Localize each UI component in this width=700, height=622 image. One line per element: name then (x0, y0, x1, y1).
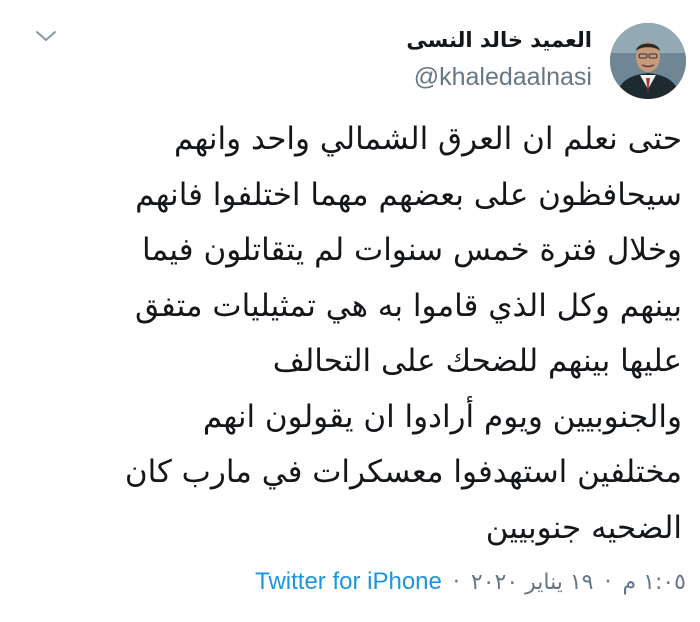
tweet-meta: ١:٠٥ م · ١٩ يناير ٢٠٢٠ · Twitter for iPh… (255, 565, 686, 600)
author-display-name[interactable]: العميد خالد النسى (406, 26, 592, 54)
tweet-line: حتى نعلم ان العرق الشمالي واحد وانهم (173, 121, 682, 157)
tweet-date[interactable]: ١٩ يناير ٢٠٢٠ (471, 570, 594, 595)
author-handle[interactable]: @khaledaalnasi (406, 60, 592, 94)
avatar[interactable] (610, 23, 686, 99)
tweet-line: بينهم وكل الذي قاموا به هي تمثيليات متفق (135, 287, 682, 324)
tweet-line: وخلال فترة خمس سنوات لم يتقاتلون فيما (142, 232, 682, 268)
tweet-header: العميد خالد النسى @khaledaalnasi (20, 18, 686, 99)
author-names[interactable]: العميد خالد النسى @khaledaalnasi (406, 26, 592, 94)
chevron-down-icon[interactable] (34, 24, 58, 48)
tweet-line: مختلفين استهدفوا معسكرات في مارب كان (124, 454, 682, 490)
tweet-text: حتى نعلم ان العرق الشمالي واحد وانهم سيح… (14, 112, 682, 556)
tweet-line: الضحيه جنوبيين (485, 509, 682, 546)
meta-separator: · (604, 570, 612, 595)
tweet-line: والجنوبيين ويوم أرادوا ان يقولون انهم (202, 398, 682, 435)
tweet-card: العميد خالد النسى @khaledaalnasi حتى نعل… (0, 0, 700, 622)
tweet-time[interactable]: ١:٠٥ م (623, 570, 687, 595)
tweet-line: عليها بينهم للضحك على التحالف (272, 343, 682, 379)
tweet-source-link[interactable]: Twitter for iPhone (255, 568, 442, 595)
meta-separator: · (452, 570, 460, 595)
tweet-line: سيحافظون على بعضهم مهما اختلفوا فانهم (135, 176, 682, 213)
